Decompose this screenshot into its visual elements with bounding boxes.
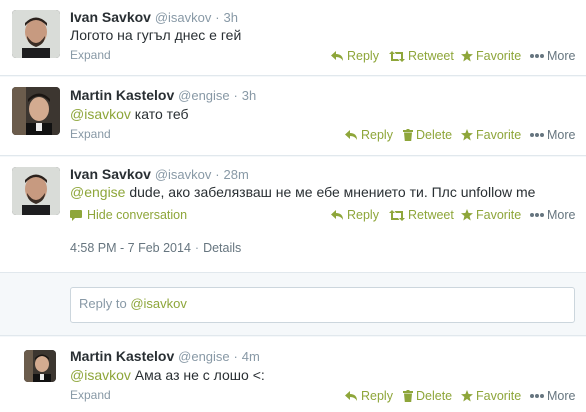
reply-box-container: Reply to @isavkov <box>0 272 586 336</box>
retweet-icon <box>389 50 405 62</box>
retweet-icon <box>389 209 405 221</box>
favorite-label: Favorite <box>476 208 522 222</box>
tweet-actions: Reply Retweet Favorite More <box>0 49 586 65</box>
tweet-time[interactable]: 3h <box>242 88 256 103</box>
delete-label: Delete <box>416 128 453 142</box>
author-name[interactable]: Martin Kastelov <box>70 348 174 364</box>
more-button[interactable]: More <box>530 128 575 142</box>
tweet-4-reply[interactable]: Martin Kastelov @engise · 4m @isavkov Ам… <box>0 337 586 412</box>
retweet-button[interactable]: Retweet <box>389 208 454 222</box>
more-icon <box>530 133 544 137</box>
tweet-3-expanded[interactable]: Ivan Savkov @isavkov · 28m @engise dude,… <box>0 157 586 272</box>
tweet-1[interactable]: Ivan Savkov @isavkov · 3h Логото на гугъ… <box>0 0 586 76</box>
reply-button[interactable]: Reply <box>331 49 379 63</box>
tweet-actions: Reply Retweet Favorite More <box>0 208 586 224</box>
favorite-button[interactable]: Favorite <box>461 49 521 63</box>
retweet-label: Retweet <box>408 49 454 63</box>
details-link[interactable]: Details <box>203 241 241 255</box>
author-username[interactable]: @engise <box>178 88 230 103</box>
author-name[interactable]: Martin Kastelov <box>70 87 174 103</box>
favorite-icon <box>461 50 473 62</box>
tweet-body: Ама аз не с лошо <: <box>130 367 265 383</box>
favorite-icon <box>461 390 473 402</box>
tweet-time[interactable]: 3h <box>224 10 238 25</box>
favorite-button[interactable]: Favorite <box>461 208 521 222</box>
more-button[interactable]: More <box>530 389 575 403</box>
more-label: More <box>547 49 576 63</box>
tweet-body: Логото на гугъл днес е гей <box>70 27 242 43</box>
reply-icon <box>345 129 357 140</box>
tweet-header: Martin Kastelov @engise · 4m <box>70 348 260 364</box>
favorite-label: Favorite <box>476 49 522 63</box>
mention-link[interactable]: @isavkov <box>70 106 131 122</box>
delete-icon <box>403 390 413 402</box>
tweet-body: като теб <box>130 106 189 122</box>
tweet-text: Логото на гугъл днес е гей <box>70 27 241 43</box>
tweet-text: @engise dude, ако забелязваш не ме ебе м… <box>70 184 535 200</box>
favorite-icon <box>461 129 473 141</box>
tweet-header: Ivan Savkov @isavkov · 28m <box>70 166 249 182</box>
reply-label: Reply <box>347 49 379 63</box>
reply-icon <box>331 209 343 220</box>
separator: · <box>233 349 238 364</box>
tweet-2[interactable]: Martin Kastelov @engise · 3h @isavkov ка… <box>0 77 586 156</box>
favorite-button[interactable]: Favorite <box>461 128 521 142</box>
delete-label: Delete <box>416 389 453 403</box>
separator: · <box>194 241 200 255</box>
tweet-text: @isavkov Ама аз не с лошо <: <box>70 367 265 383</box>
separator: · <box>215 167 220 182</box>
reply-icon <box>331 50 343 61</box>
tweet-actions: Reply Delete Favorite More <box>0 389 586 405</box>
more-icon <box>530 394 544 398</box>
favorite-label: Favorite <box>476 128 522 142</box>
separator: · <box>233 88 238 103</box>
tweet-text: @isavkov като теб <box>70 106 189 122</box>
delete-button[interactable]: Delete <box>403 389 452 403</box>
reply-button[interactable]: Reply <box>345 389 393 403</box>
more-icon <box>530 213 544 217</box>
mention-link[interactable]: @isavkov <box>70 367 131 383</box>
delete-button[interactable]: Delete <box>403 128 452 142</box>
reply-placeholder: Reply to <box>79 296 131 311</box>
mention-link[interactable]: @engise <box>70 184 125 200</box>
separator: · <box>215 10 220 25</box>
retweet-button[interactable]: Retweet <box>389 49 454 63</box>
tweet-time[interactable]: 4m <box>242 349 260 364</box>
tweet-header: Martin Kastelov @engise · 3h <box>70 87 256 103</box>
reply-label: Reply <box>361 389 393 403</box>
tweet-timestamp: 4:58 PM - 7 Feb 2014 · Details <box>70 241 241 255</box>
author-username[interactable]: @isavkov <box>155 10 212 25</box>
tweet-actions: Reply Delete Favorite More <box>0 128 586 144</box>
more-label: More <box>547 389 576 403</box>
reply-icon <box>345 390 357 401</box>
more-button[interactable]: More <box>530 49 575 63</box>
favorite-button[interactable]: Favorite <box>461 389 521 403</box>
reply-mention: @isavkov <box>130 296 187 311</box>
author-name[interactable]: Ivan Savkov <box>70 166 151 182</box>
tweet-header: Ivan Savkov @isavkov · 3h <box>70 9 238 25</box>
favorite-icon <box>461 209 473 221</box>
retweet-label: Retweet <box>408 208 454 222</box>
more-label: More <box>547 208 576 222</box>
author-username[interactable]: @engise <box>178 349 230 364</box>
tweet-body: dude, ако забелязваш не ме ебе мнението … <box>125 184 536 200</box>
reply-button[interactable]: Reply <box>345 128 393 142</box>
delete-icon <box>403 129 413 141</box>
reply-input[interactable]: Reply to @isavkov <box>70 287 575 323</box>
author-name[interactable]: Ivan Savkov <box>70 9 151 25</box>
author-username[interactable]: @isavkov <box>155 167 212 182</box>
reply-label: Reply <box>347 208 379 222</box>
more-button[interactable]: More <box>530 208 575 222</box>
tweet-time[interactable]: 28m <box>224 167 249 182</box>
timestamp-text[interactable]: 4:58 PM - 7 Feb 2014 <box>70 241 191 255</box>
avatar[interactable] <box>24 350 56 382</box>
more-label: More <box>547 128 576 142</box>
favorite-label: Favorite <box>476 389 522 403</box>
more-icon <box>530 54 544 58</box>
reply-label: Reply <box>361 128 393 142</box>
reply-button[interactable]: Reply <box>331 208 379 222</box>
